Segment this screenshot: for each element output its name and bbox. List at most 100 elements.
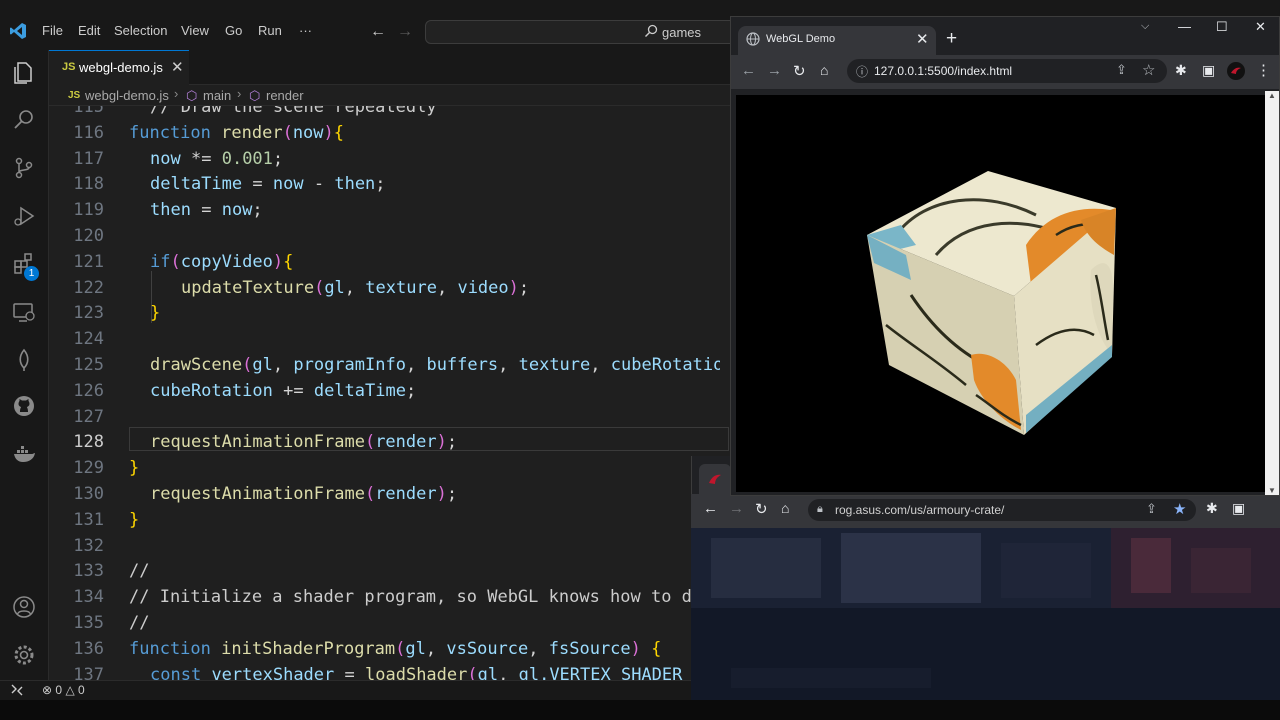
forward-arrow-icon[interactable]: → xyxy=(729,500,744,517)
line-number: 121 xyxy=(73,251,104,272)
line-number: 131 xyxy=(73,509,104,530)
code-line: } xyxy=(129,458,140,479)
warning-icon: △ xyxy=(65,683,75,697)
bookmark-star-icon[interactable]: ★ xyxy=(1173,500,1186,518)
code-line: // Initialize a shader program, so WebGL… xyxy=(129,587,692,608)
menu-more[interactable]: ··· xyxy=(299,23,312,38)
line-number: 126 xyxy=(73,380,104,401)
code-line: // xyxy=(129,561,150,582)
menu-go[interactable]: Go xyxy=(225,23,242,38)
symbol-function-icon: ⬡ xyxy=(249,88,261,103)
line-number: 124 xyxy=(73,329,104,350)
lock-icon: 🔒︎ xyxy=(817,503,823,515)
line-number: 122 xyxy=(73,277,104,298)
menu-file[interactable]: File xyxy=(42,23,63,38)
minimize-icon[interactable]: — xyxy=(1178,19,1191,34)
code-line: cubeRotation += deltaTime; xyxy=(150,380,417,401)
rog-logo-icon xyxy=(709,474,721,484)
new-tab-icon[interactable]: + xyxy=(946,28,957,50)
side-panel-icon[interactable]: ▣ xyxy=(1202,62,1215,79)
address-url: rog.asus.com/us/armoury-crate/ xyxy=(835,503,1005,517)
browser-tab-armoury[interactable] xyxy=(699,464,731,494)
scroll-down-arrow-icon[interactable]: ▼ xyxy=(1268,486,1276,495)
chevron-right-icon: › xyxy=(237,86,242,101)
tab-search-chevron-icon[interactable]: ⌵ xyxy=(1141,20,1149,33)
address-url: 127.0.0.1:5500/index.html xyxy=(874,64,1013,78)
profile-avatar[interactable] xyxy=(1226,61,1246,81)
share-icon[interactable]: ⇪ xyxy=(1146,501,1157,517)
reload-icon[interactable]: ↻ xyxy=(793,62,806,80)
code-line: now *= 0.001; xyxy=(150,148,284,169)
code-line: requestAnimationFrame(render); xyxy=(150,432,458,453)
code-line: deltaTime = now - then; xyxy=(150,174,386,195)
menu-run[interactable]: Run xyxy=(258,23,282,38)
close-tab-icon[interactable]: ✕ xyxy=(916,30,929,48)
bookmark-star-icon[interactable]: ☆ xyxy=(1142,61,1155,79)
close-window-icon[interactable]: ✕ xyxy=(1255,19,1266,35)
line-number: 127 xyxy=(73,406,104,427)
maximize-icon[interactable]: ☐ xyxy=(1216,19,1228,35)
os-taskbar xyxy=(0,700,1280,720)
explorer-icon[interactable] xyxy=(12,60,36,84)
menu-view[interactable]: View xyxy=(181,23,209,38)
command-center-text: games xyxy=(662,25,702,40)
status-problems[interactable]: ⊗ 0 △ 0 xyxy=(42,683,85,697)
reload-icon[interactable]: ↻ xyxy=(755,500,768,518)
kebab-menu-icon[interactable]: ⋮ xyxy=(1256,61,1271,79)
back-arrow-icon[interactable]: ← xyxy=(370,23,386,41)
line-number: 136 xyxy=(73,638,104,659)
code-line: drawScene(gl, programInfo, buffers, text… xyxy=(150,355,720,375)
line-number: 128 xyxy=(73,432,104,453)
line-number: 134 xyxy=(73,587,104,608)
line-number: 118 xyxy=(73,174,104,195)
error-icon: ⊗ xyxy=(42,683,53,697)
remote-indicator-icon[interactable] xyxy=(0,680,34,700)
line-number: 132 xyxy=(73,535,104,556)
tab-title: WebGL Demo xyxy=(766,33,836,45)
line-number: 129 xyxy=(73,458,104,479)
rotating-cube xyxy=(867,171,1116,435)
side-panel-icon[interactable]: ▣ xyxy=(1232,500,1245,517)
warning-count: 0 xyxy=(78,683,85,697)
code-line: // xyxy=(129,613,150,633)
home-icon[interactable]: ⌂ xyxy=(781,500,789,516)
line-number: 130 xyxy=(73,484,104,504)
line-number: 123 xyxy=(73,303,104,324)
line-number: 116 xyxy=(73,122,104,143)
webgl-canvas[interactable] xyxy=(736,95,1265,492)
back-arrow-icon[interactable]: ← xyxy=(741,62,756,79)
search-icon xyxy=(645,24,658,37)
menu-edit[interactable]: Edit xyxy=(78,23,100,38)
extensions-puzzle-icon[interactable]: ✱ xyxy=(1206,500,1218,517)
javascript-file-icon: JS xyxy=(62,61,76,73)
forward-arrow-icon[interactable]: → xyxy=(397,23,413,41)
menu-selection[interactable]: Selection xyxy=(114,23,167,38)
home-icon[interactable]: ⌂ xyxy=(820,62,828,78)
code-line: if(copyVideo){ xyxy=(150,251,294,272)
site-info-icon[interactable]: ⓘ xyxy=(856,63,868,80)
scroll-up-arrow-icon[interactable]: ▲ xyxy=(1268,91,1276,100)
globe-icon xyxy=(746,32,760,46)
chevron-right-icon: › xyxy=(174,86,179,101)
line-number: 120 xyxy=(73,226,104,246)
error-count: 0 xyxy=(55,683,63,697)
code-line: function render(now){ xyxy=(129,122,345,143)
code-line: } xyxy=(150,303,161,324)
share-icon[interactable]: ⇪ xyxy=(1116,62,1127,78)
symbol-function-icon: ⬡ xyxy=(186,88,198,103)
breadcrumb-render[interactable]: render xyxy=(266,88,304,103)
extensions-puzzle-icon[interactable]: ✱ xyxy=(1175,62,1187,79)
line-number: 133 xyxy=(73,561,104,582)
vscode-logo-icon xyxy=(10,23,26,39)
code-line: then = now; xyxy=(150,200,263,221)
close-icon[interactable]: ✕ xyxy=(171,58,184,76)
code-line: requestAnimationFrame(render); xyxy=(150,484,458,504)
breadcrumb-main[interactable]: main xyxy=(203,88,231,103)
back-arrow-icon[interactable]: ← xyxy=(703,500,718,517)
forward-arrow-icon[interactable]: → xyxy=(767,62,782,79)
code-line: updateTexture(gl, texture, video); xyxy=(181,277,530,298)
line-number: 117 xyxy=(73,148,104,169)
vertical-scrollbar[interactable]: ▲ ▼ xyxy=(1265,91,1279,495)
tab-label: webgl-demo.js xyxy=(79,60,163,75)
breadcrumb-file[interactable]: webgl-demo.js xyxy=(85,88,169,103)
